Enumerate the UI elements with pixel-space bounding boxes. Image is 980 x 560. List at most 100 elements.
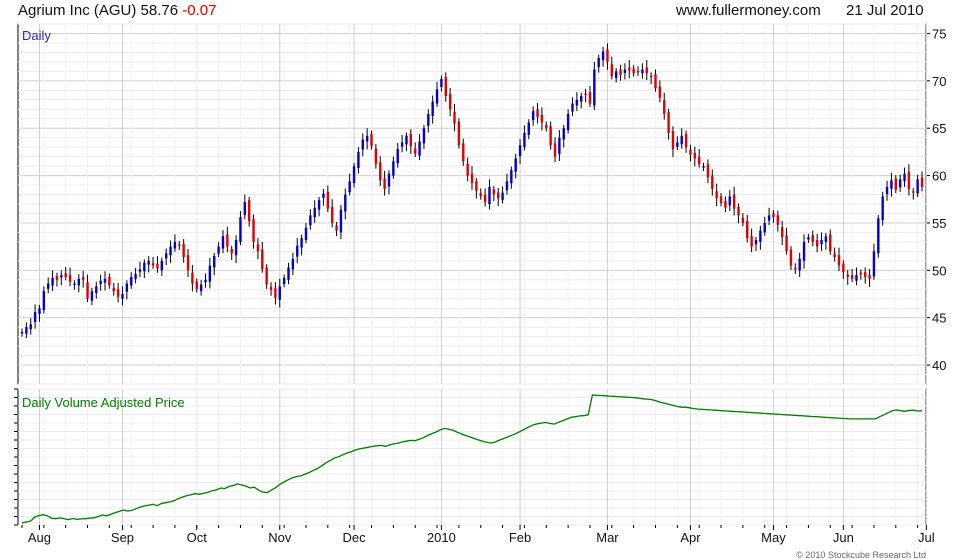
candle-body <box>824 236 828 242</box>
month-tick-label: Nov <box>268 530 292 545</box>
candle-body <box>531 111 535 121</box>
candle-body <box>195 281 198 290</box>
candle-body <box>868 275 871 279</box>
candle-body <box>632 68 635 74</box>
candle-body <box>619 69 622 76</box>
candle-body <box>890 180 893 189</box>
candle-body <box>247 200 251 222</box>
candle-body <box>588 92 592 104</box>
candle-body <box>64 273 67 277</box>
candle-body <box>571 103 574 112</box>
candle-body <box>199 284 203 292</box>
candle-body <box>719 196 723 204</box>
candle-body <box>864 272 867 277</box>
candle-body <box>261 249 264 270</box>
candle-body <box>143 262 146 272</box>
candle-body <box>151 263 155 266</box>
candle-body <box>77 278 80 286</box>
candle-body <box>898 179 902 188</box>
candle-body <box>335 225 338 231</box>
candle-body <box>396 149 399 164</box>
candle-body <box>121 294 124 299</box>
month-tick-label: Dec <box>342 530 366 545</box>
candle-body <box>798 258 801 271</box>
candle-body <box>265 267 268 285</box>
candle-body <box>38 308 41 314</box>
candle-body <box>374 148 378 165</box>
candle-body <box>313 207 316 218</box>
candle-body <box>667 112 670 133</box>
price-panel-title: Daily <box>22 28 51 43</box>
candle-body <box>365 135 369 142</box>
candle-body <box>649 75 653 78</box>
candle-body <box>702 166 705 168</box>
candle-body <box>173 241 177 249</box>
copyright-notice: © 2010 Stockcube Research Ltd <box>796 550 926 560</box>
candle-body <box>693 152 697 159</box>
candle-body <box>562 128 565 140</box>
candle-body <box>475 181 478 191</box>
candle-body <box>230 249 233 254</box>
price-tick-label: 45 <box>932 311 946 326</box>
candle-body <box>414 148 417 154</box>
candle-body <box>20 331 24 334</box>
candle-body <box>42 291 46 311</box>
candle-body <box>488 186 491 204</box>
month-tick-label: May <box>761 530 786 545</box>
candle-body <box>361 139 364 150</box>
candle-body <box>872 251 876 277</box>
candle-body <box>304 227 308 240</box>
candle-body <box>156 263 159 269</box>
candle-body <box>178 244 181 246</box>
candle-body <box>112 287 115 292</box>
candle-body <box>221 236 225 249</box>
candle-body <box>767 215 771 221</box>
candle-body <box>750 236 753 247</box>
month-tick-label: Oct <box>187 530 208 545</box>
candle-body <box>108 276 111 286</box>
candle-body <box>711 175 714 189</box>
candle-body <box>387 173 391 187</box>
candle-body <box>317 200 321 210</box>
candle-body <box>514 158 517 172</box>
candle-body <box>274 288 277 298</box>
price-tick-label: 40 <box>932 358 946 373</box>
candle-body <box>330 206 334 223</box>
candle-body <box>820 240 823 245</box>
candle-body <box>339 209 343 233</box>
candle-body <box>296 245 299 257</box>
candle-body <box>846 274 849 277</box>
candle-body <box>505 181 509 191</box>
price-tick-label: 50 <box>932 263 946 278</box>
candle-body <box>457 121 461 146</box>
candle-body <box>427 114 430 126</box>
candle-body <box>479 193 482 197</box>
candle-body <box>55 276 59 280</box>
candle-body <box>326 191 330 209</box>
candle-body <box>322 193 325 198</box>
candle-body <box>518 145 522 157</box>
candle-body <box>837 255 841 266</box>
candle-body <box>815 240 819 247</box>
candle-body <box>540 114 544 123</box>
candle-body <box>370 133 373 147</box>
month-tick-label: Jun <box>833 530 854 545</box>
candle-body <box>226 234 229 247</box>
candle-body <box>191 272 194 284</box>
candle-body <box>689 149 692 155</box>
candle-body <box>877 218 880 254</box>
candle-body <box>435 89 439 104</box>
month-tick-label: Jul <box>918 530 935 545</box>
candle-body <box>348 181 351 193</box>
month-tick-label: Aug <box>28 530 51 545</box>
price-tick-label: 60 <box>932 169 946 184</box>
candle-body <box>497 192 500 199</box>
candle-body <box>86 282 89 299</box>
candle-body <box>409 133 413 147</box>
candle-body <box>103 278 107 283</box>
candle-body <box>811 235 814 242</box>
candle-body <box>234 240 238 256</box>
candle-body <box>641 69 644 74</box>
candle-body <box>440 78 443 87</box>
candle-body <box>606 49 609 62</box>
